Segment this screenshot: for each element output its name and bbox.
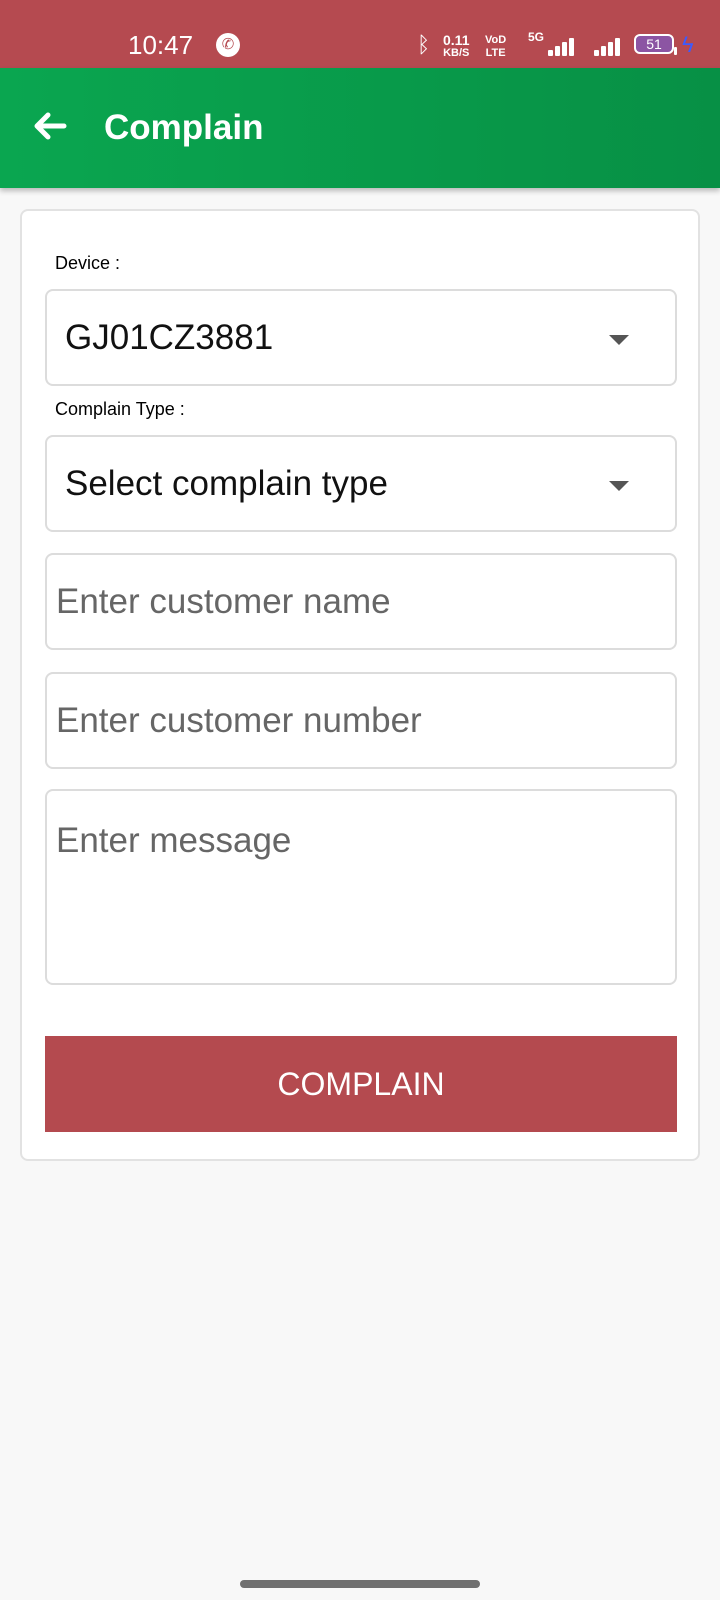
network-speed-value: 0.11 (443, 32, 470, 48)
call-icon: ✆ (216, 33, 240, 57)
chevron-down-icon (609, 481, 629, 491)
volte-top: VoD (485, 34, 507, 46)
complain-type-label: Complain Type : (55, 399, 185, 419)
status-bar: 10:47 ✆ ᛒ 0.11 KB/S VoD LTE 5G 51 ϟ (0, 0, 720, 68)
signal-icon (542, 36, 576, 56)
app-bar: Complain (0, 68, 720, 188)
customer-name-field-box (45, 553, 677, 650)
customer-name-field[interactable] (47, 555, 675, 648)
complain-form-card: Device : GJ01CZ3881 Complain Type : Sele… (20, 209, 700, 1161)
battery-icon: 51 (634, 34, 677, 55)
message-field-box (45, 789, 677, 985)
customer-number-field[interactable] (47, 674, 675, 767)
battery-level: 51 (646, 36, 662, 52)
device-select[interactable]: GJ01CZ3881 (45, 289, 677, 386)
status-time: 10:47 (128, 30, 194, 60)
customer-number-field-box (45, 672, 677, 769)
arrow-left-icon[interactable] (30, 106, 70, 146)
device-label: Device : (55, 253, 121, 273)
home-indicator[interactable] (240, 1580, 480, 1588)
complain-button[interactable]: COMPLAIN (45, 1036, 677, 1132)
signal-icon (592, 36, 626, 56)
network-speed: 0.11 KB/S (443, 32, 470, 60)
device-select-value: GJ01CZ3881 (65, 318, 274, 357)
volte-indicator: VoD LTE (485, 34, 506, 60)
message-field[interactable] (47, 791, 675, 983)
chevron-down-icon (609, 335, 629, 345)
network-speed-unit: KB/S (443, 47, 470, 59)
charging-icon: ϟ (682, 32, 694, 57)
bluetooth-icon: ᛒ (417, 32, 431, 57)
complain-type-select-value: Select complain type (65, 464, 388, 503)
page-title: Complain (104, 108, 264, 147)
volte-bottom: LTE (485, 47, 506, 59)
complain-type-select[interactable]: Select complain type (45, 435, 677, 532)
